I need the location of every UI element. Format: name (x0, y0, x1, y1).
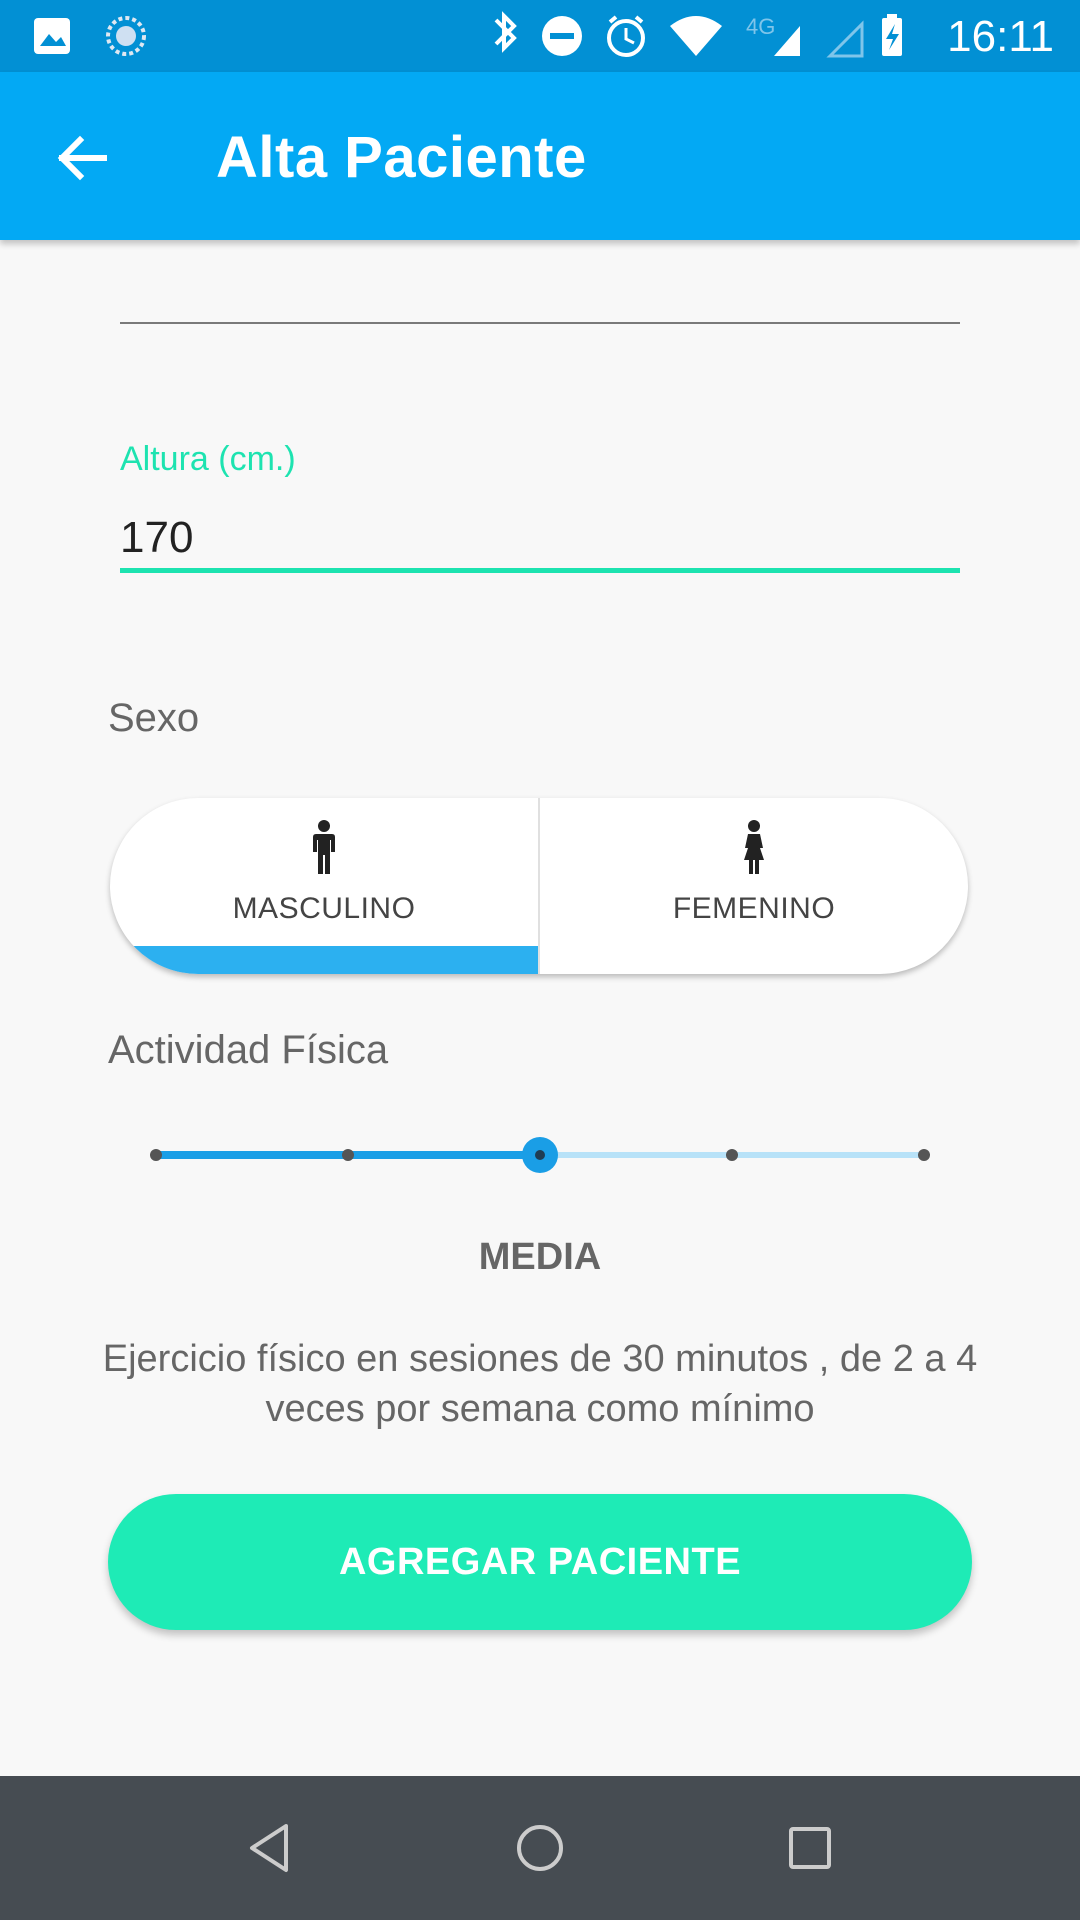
female-icon (744, 820, 764, 874)
height-label: Altura (cm.) (120, 440, 296, 478)
back-button[interactable] (52, 128, 112, 188)
network-type: 4G (746, 14, 775, 39)
sex-label: Sexo (108, 696, 200, 740)
do-not-disturb-icon (542, 16, 582, 56)
slider-thumb[interactable] (522, 1137, 558, 1173)
previous-field[interactable] (120, 282, 960, 324)
nav-recents-icon (789, 1827, 831, 1869)
male-icon (313, 820, 335, 874)
nav-back-button[interactable] (240, 1818, 300, 1878)
signal-icon (774, 26, 800, 56)
sex-option-male[interactable]: MASCULINO (110, 798, 538, 974)
slider-tick[interactable] (342, 1149, 354, 1161)
activity-slider[interactable] (140, 1130, 940, 1180)
selected-indicator (110, 946, 538, 974)
slider-tick[interactable] (918, 1149, 930, 1161)
navigation-bar (0, 1776, 1080, 1920)
sex-option-female[interactable]: FEMENINO (540, 798, 968, 974)
signal-icon-2 (826, 20, 864, 58)
status-bar: 4G 16:11 (0, 0, 1080, 72)
page-title: Alta Paciente (216, 125, 587, 190)
wifi-icon (670, 16, 722, 56)
nav-back-icon (250, 1824, 288, 1872)
bluetooth-icon (494, 11, 517, 53)
status-time: 16:11 (947, 12, 1054, 61)
app-bar: Alta Paciente (0, 72, 1080, 240)
activity-level-label: MEDIA (478, 1236, 602, 1278)
alarm-icon (607, 15, 645, 57)
nav-recents-button[interactable] (780, 1818, 840, 1878)
activity-label: Actividad Física (108, 1028, 389, 1072)
slider-tick[interactable] (150, 1149, 162, 1161)
sex-option-label: MASCULINO (232, 892, 416, 925)
sync-icon (106, 16, 146, 56)
nav-home-icon (517, 1825, 563, 1871)
arrow-back-icon (57, 135, 107, 181)
nav-home-button[interactable] (510, 1818, 570, 1878)
gallery-icon (34, 16, 146, 56)
slider-tick[interactable] (726, 1149, 738, 1161)
activity-level-description: Ejercicio físico en sesiones de 30 minut… (102, 1338, 978, 1430)
height-input[interactable] (120, 508, 960, 573)
add-patient-button[interactable]: AGREGAR PACIENTE (108, 1494, 972, 1630)
status-left-icons (32, 14, 152, 63)
sex-toggle: MASCULINO FEMENINO (110, 798, 968, 974)
sex-option-label: FEMENINO (672, 892, 836, 925)
battery-charging-icon (882, 14, 902, 56)
